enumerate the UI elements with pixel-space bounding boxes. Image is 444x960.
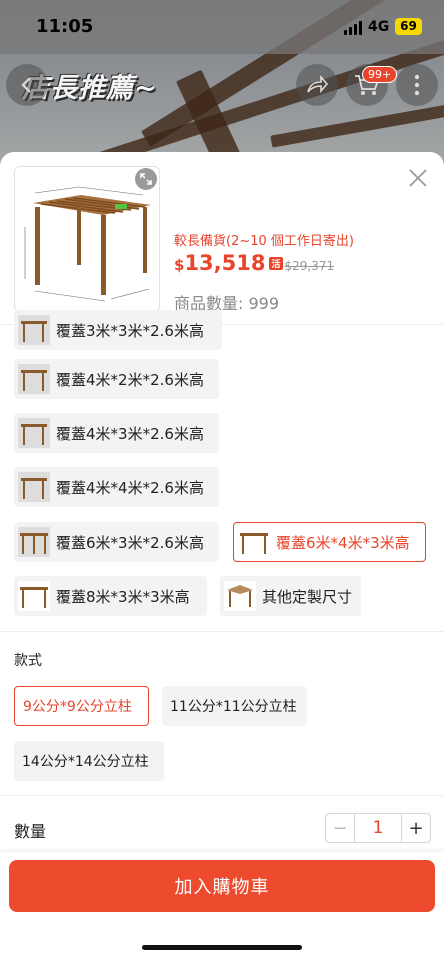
pergola-beam <box>270 104 444 148</box>
size-option[interactable]: 覆蓋4米*3米*2.6米高 <box>14 413 219 453</box>
style-option[interactable]: 11公分*11公分立柱 <box>162 686 307 726</box>
current-price: 13,518 <box>184 251 266 275</box>
increment-button[interactable]: + <box>402 814 430 842</box>
pergola-thumb-icon <box>238 527 270 557</box>
size-option-label: 覆蓋6米*4米*3米高 <box>276 533 410 552</box>
pergola-thumb-icon <box>18 472 50 502</box>
add-to-cart-button[interactable]: 加入購物車 <box>9 860 435 912</box>
pergola-image <box>24 186 151 302</box>
status-bar: 11:05 4G 69 <box>0 0 444 54</box>
quantity-stepper[interactable]: − 1 + <box>325 813 431 843</box>
size-option[interactable]: 覆蓋6米*3米*2.6米高 <box>14 522 219 562</box>
quantity-label: 數量 <box>14 822 47 841</box>
battery-icon: 69 <box>395 18 422 35</box>
size-option[interactable]: 覆蓋3米*3米*2.6米高 <box>14 310 222 350</box>
price-tag: 活 <box>269 257 283 270</box>
stock-note: 較長備貨(2~10 個工作日寄出) <box>174 234 354 249</box>
size-option-label: 覆蓋4米*4米*2.6米高 <box>56 478 204 497</box>
pergola-thumb-icon <box>18 418 50 448</box>
size-option[interactable]: 覆蓋4米*2米*2.6米高 <box>14 359 219 399</box>
size-option-label: 覆蓋4米*2米*2.6米高 <box>56 370 204 389</box>
pergola-thumb-icon <box>18 527 50 557</box>
price-block: $13,518 活 $29,371 <box>174 251 334 275</box>
product-thumbnail[interactable] <box>14 166 160 312</box>
home-indicator <box>142 945 302 950</box>
close-icon <box>409 169 427 187</box>
footer-bar: 加入購物車 <box>0 852 444 960</box>
expand-icon <box>140 173 152 185</box>
network-type: 4G <box>368 19 390 35</box>
more-dots-icon <box>414 74 420 96</box>
pergola-thumb-icon <box>224 581 256 611</box>
signal-icon <box>344 21 362 35</box>
quantity-value[interactable]: 1 <box>354 814 402 842</box>
pergola-thumb-icon <box>18 581 50 611</box>
size-option[interactable]: 覆蓋8米*3米*3米高 <box>14 576 207 616</box>
share-button[interactable] <box>296 64 338 106</box>
size-option[interactable]: 其他定製尺寸 <box>220 576 361 616</box>
share-icon <box>307 74 329 94</box>
original-price: $29,371 <box>284 259 335 273</box>
close-button[interactable] <box>406 166 430 190</box>
style-option[interactable]: 14公分*14公分立柱 <box>14 741 164 781</box>
more-button[interactable] <box>396 64 438 106</box>
size-option-label: 覆蓋4米*3米*2.6米高 <box>56 424 204 443</box>
decrement-button[interactable]: − <box>326 814 354 842</box>
size-option-label: 其他定製尺寸 <box>262 587 353 606</box>
currency-symbol: $ <box>174 256 185 274</box>
size-option[interactable]: 覆蓋4米*4米*2.6米高 <box>14 467 219 507</box>
style-option-selected[interactable]: 9公分*9公分立柱 <box>14 686 149 726</box>
expand-image-button[interactable] <box>135 168 157 190</box>
cart-badge: 99+ <box>362 66 398 83</box>
size-option-label: 覆蓋8米*3米*3米高 <box>56 587 190 606</box>
pergola-thumb-icon <box>18 315 50 345</box>
divider <box>0 631 444 632</box>
back-button[interactable] <box>6 64 48 106</box>
status-time: 11:05 <box>36 16 94 37</box>
style-section-label: 款式 <box>14 653 42 669</box>
size-option-label: 覆蓋3米*3米*2.6米高 <box>56 321 204 340</box>
size-option-selected[interactable]: 覆蓋6米*4米*3米高 <box>233 522 426 562</box>
size-option-label: 覆蓋6米*3米*2.6米高 <box>56 533 204 552</box>
back-arrow-icon <box>21 77 31 93</box>
divider <box>0 795 444 796</box>
product-option-sheet: 較長備貨(2~10 個工作日寄出) $13,518 活 $29,371 商品數量: … <box>0 152 444 960</box>
pergola-thumb-icon <box>18 364 50 394</box>
